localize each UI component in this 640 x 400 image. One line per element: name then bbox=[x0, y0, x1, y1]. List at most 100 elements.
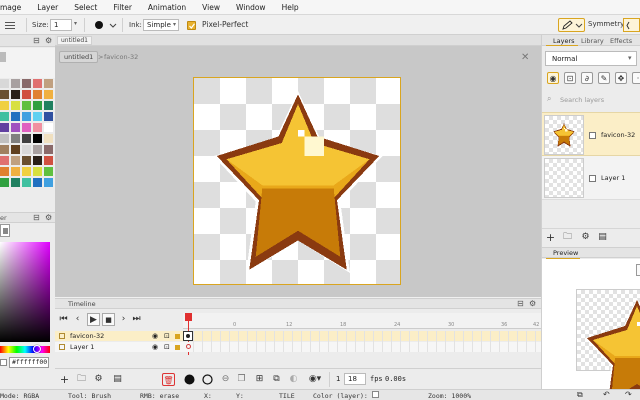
add-layer-icon[interactable]: + bbox=[544, 231, 557, 244]
stop-icon[interactable]: ■ bbox=[102, 313, 115, 326]
layer-name[interactable]: Layer 1 bbox=[601, 174, 625, 182]
palette-swatch[interactable] bbox=[0, 90, 9, 99]
onion-mode-dropdown[interactable]: ◉▾ bbox=[303, 373, 327, 386]
settings-icon[interactable]: ⚙ bbox=[529, 299, 536, 308]
symmetry-toggle[interactable] bbox=[623, 18, 640, 32]
brush-tool-dropdown[interactable] bbox=[558, 18, 585, 32]
palette-tool-button[interactable] bbox=[0, 52, 6, 62]
palette-swatch[interactable] bbox=[33, 79, 42, 88]
palette-swatch[interactable] bbox=[44, 101, 53, 110]
last-frame-icon[interactable]: ⏭ bbox=[130, 313, 143, 326]
palette-swatch[interactable] bbox=[0, 145, 9, 154]
palette-swatch[interactable] bbox=[11, 90, 20, 99]
saturation-value-field[interactable] bbox=[0, 242, 50, 342]
menu-image[interactable]: mage bbox=[0, 3, 29, 12]
add-folder-icon[interactable]: 🗀 bbox=[75, 373, 88, 386]
palette-swatch[interactable] bbox=[44, 79, 53, 88]
onion-skin-icon[interactable]: ◐ bbox=[287, 373, 300, 386]
palette-swatch[interactable] bbox=[11, 123, 20, 132]
tool-options-menu[interactable] bbox=[2, 19, 20, 31]
settings-icon[interactable]: ⚙ bbox=[579, 231, 592, 244]
brush-size-input[interactable]: 1 bbox=[50, 19, 72, 31]
palette-swatch[interactable] bbox=[11, 134, 20, 143]
ink-select[interactable]: Simple ▾ bbox=[143, 19, 179, 31]
previous-frame-icon[interactable]: ‹ bbox=[71, 313, 84, 326]
breadcrumb-file[interactable]: untitled1 bbox=[59, 51, 99, 63]
breadcrumb-layer[interactable]: favicon-32 bbox=[104, 53, 138, 61]
frame-grid[interactable] bbox=[193, 331, 541, 352]
size-stepper-icon[interactable]: ▾ bbox=[74, 20, 77, 27]
eye-icon[interactable]: ◉ bbox=[152, 331, 158, 341]
menu-view[interactable]: View bbox=[194, 3, 228, 12]
palette-swatch[interactable] bbox=[44, 178, 53, 187]
layer-search-field[interactable]: ⌕ Search layers bbox=[545, 93, 637, 107]
eye-icon[interactable]: ◉ bbox=[547, 72, 559, 84]
palette-swatch[interactable] bbox=[0, 112, 9, 121]
palette-swatch[interactable] bbox=[33, 134, 42, 143]
outline-circle-icon[interactable] bbox=[201, 373, 214, 386]
move-icon[interactable]: ✥ bbox=[615, 72, 627, 84]
palette-swatch[interactable] bbox=[44, 134, 53, 143]
color-mode-button[interactable] bbox=[0, 224, 10, 237]
palette-swatch[interactable] bbox=[11, 145, 20, 154]
settings-icon[interactable]: ⚙ bbox=[45, 36, 52, 45]
collapse-icon[interactable]: ⊟ bbox=[33, 36, 40, 45]
palette-swatch[interactable] bbox=[33, 112, 42, 121]
palette-swatch[interactable] bbox=[11, 112, 20, 121]
blend-mode-select[interactable]: Normal ▾ bbox=[545, 51, 637, 66]
sprite-canvas[interactable] bbox=[193, 77, 401, 285]
palette-swatch[interactable] bbox=[33, 145, 42, 154]
palette-swatch[interactable] bbox=[11, 156, 20, 165]
minus-circle-icon[interactable]: ⊖ bbox=[219, 373, 232, 386]
duplicate-icon[interactable]: ❐ bbox=[235, 373, 248, 386]
film-icon[interactable]: ▤ bbox=[596, 231, 609, 244]
menu-filter[interactable]: Filter bbox=[105, 3, 140, 12]
timeline-layer-name[interactable]: favicon-32 bbox=[70, 331, 104, 341]
keyframe-cell[interactable] bbox=[183, 342, 193, 352]
lock-icon[interactable]: ⊡ bbox=[164, 331, 170, 341]
palette-swatch[interactable] bbox=[22, 167, 31, 176]
palette-swatch[interactable] bbox=[22, 90, 31, 99]
layer-checkbox[interactable] bbox=[589, 132, 596, 139]
delete-trash-icon[interactable]: 🗑 bbox=[162, 373, 175, 386]
lock-icon[interactable]: ⊡ bbox=[164, 342, 170, 352]
menu-animation[interactable]: Animation bbox=[140, 3, 194, 12]
palette-swatch[interactable] bbox=[33, 156, 42, 165]
palette-swatch[interactable] bbox=[11, 101, 20, 110]
pencil-icon[interactable]: ✎ bbox=[598, 72, 610, 84]
palette-swatch[interactable] bbox=[33, 178, 42, 187]
pixel-perfect-checkbox[interactable] bbox=[187, 21, 196, 30]
menu-layer[interactable]: Layer bbox=[29, 3, 66, 12]
settings-icon[interactable]: ⚙ bbox=[92, 373, 105, 386]
layer-select-box[interactable] bbox=[59, 344, 65, 350]
preview-zoom-control[interactable] bbox=[636, 264, 640, 276]
palette-swatch[interactable] bbox=[22, 134, 31, 143]
palette-swatch[interactable] bbox=[22, 178, 31, 187]
next-frame-icon[interactable]: › bbox=[117, 313, 130, 326]
menu-window[interactable]: Window bbox=[228, 3, 274, 12]
hue-slider[interactable] bbox=[0, 345, 50, 353]
palette-swatch[interactable] bbox=[0, 79, 9, 88]
hex-color-input[interactable]: #ffffff00 bbox=[9, 357, 49, 368]
add-folder-icon[interactable]: 🗀 bbox=[561, 231, 574, 244]
fps-input[interactable]: 18 bbox=[344, 373, 366, 385]
palette-swatch[interactable] bbox=[11, 167, 20, 176]
first-frame-icon[interactable]: ⏮ bbox=[57, 313, 70, 326]
palette-swatch[interactable] bbox=[11, 178, 20, 187]
more-icon[interactable]: · bbox=[632, 72, 640, 84]
palette-swatch[interactable] bbox=[33, 167, 42, 176]
palette-swatch[interactable] bbox=[44, 123, 53, 132]
paperclip-icon[interactable]: ∂ bbox=[581, 72, 593, 84]
tab-layers[interactable]: Layers bbox=[553, 37, 575, 45]
palette-swatch[interactable] bbox=[0, 101, 9, 110]
play-icon[interactable]: ▶ bbox=[87, 313, 100, 326]
palette-swatch[interactable] bbox=[22, 123, 31, 132]
layer-name[interactable]: favicon-32 bbox=[601, 131, 635, 139]
palette-swatch[interactable] bbox=[44, 167, 53, 176]
settings-icon[interactable]: ⚙ bbox=[45, 213, 52, 222]
palette-swatch[interactable] bbox=[22, 79, 31, 88]
collapse-icon[interactable]: ⊟ bbox=[517, 299, 524, 308]
palette-swatch[interactable] bbox=[22, 101, 31, 110]
preview-viewport[interactable] bbox=[542, 259, 640, 400]
palette-swatch[interactable] bbox=[22, 112, 31, 121]
